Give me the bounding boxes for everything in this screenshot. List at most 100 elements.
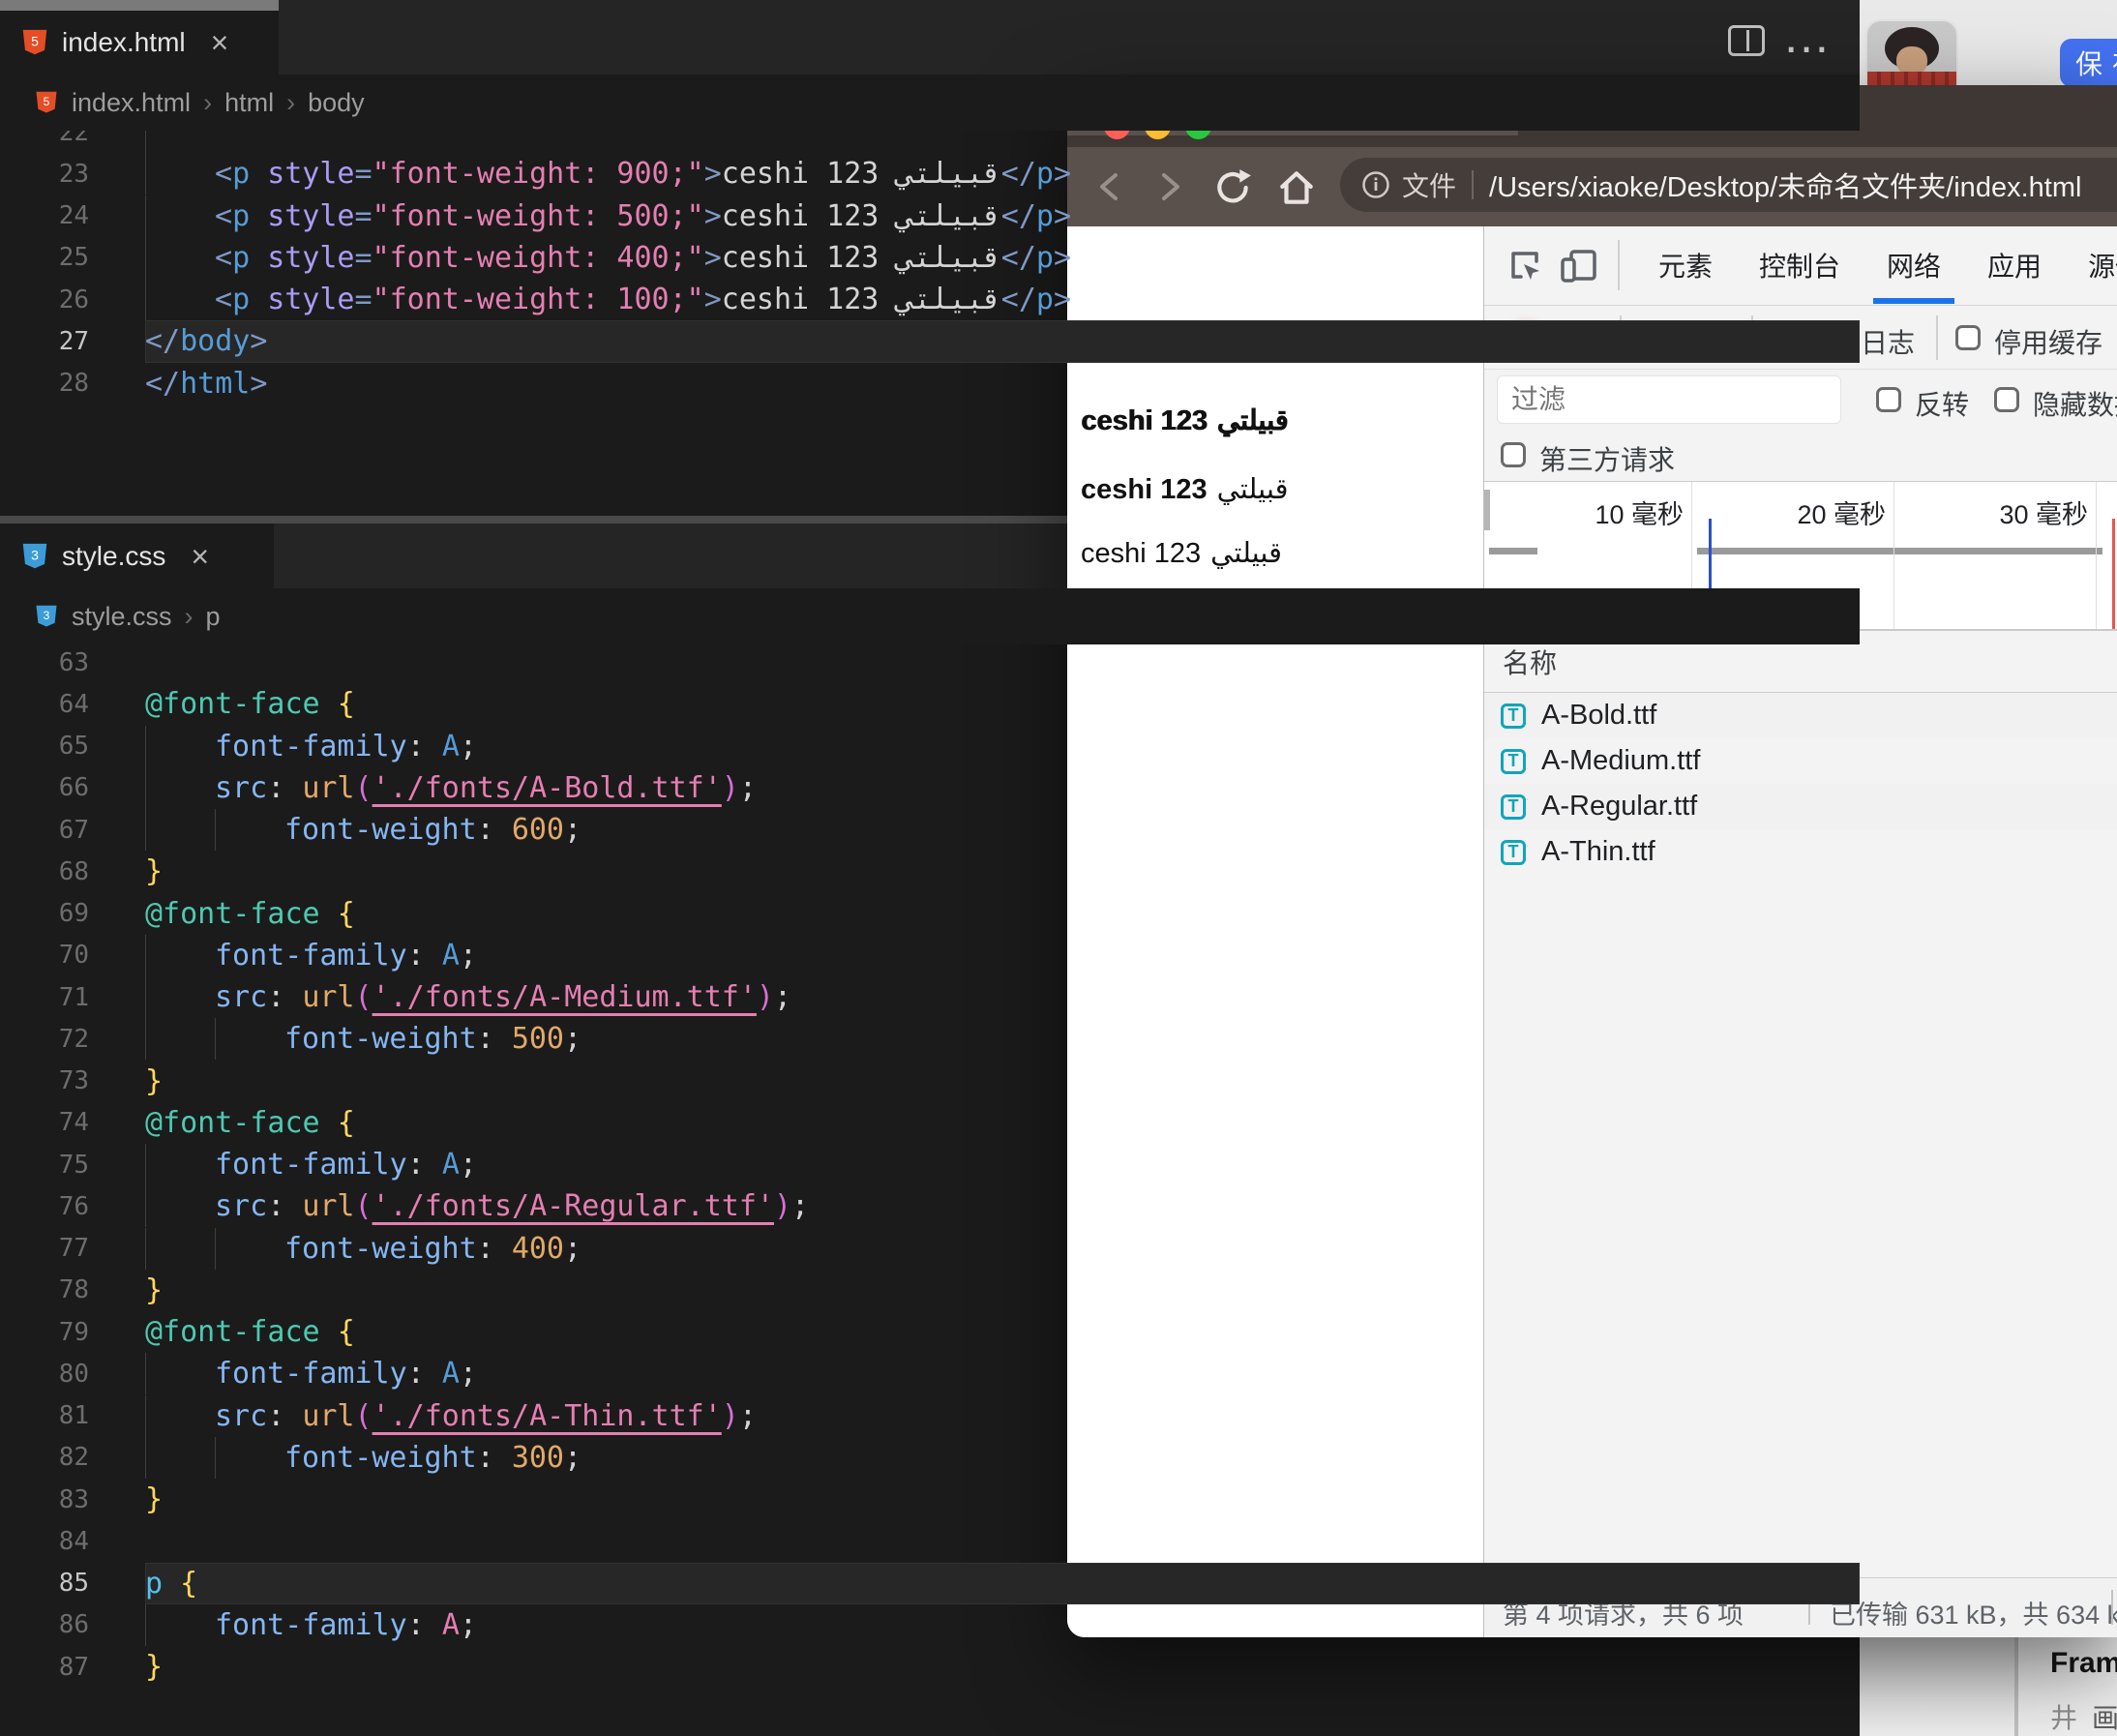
line-number: 68 [0,857,145,886]
code-line: 25<p style="font-weight: 400;">ceshi 123… [0,237,1860,279]
breadcrumb-item[interactable]: p [206,602,221,631]
line-number: 72 [0,1025,145,1054]
tab-style-css[interactable]: 3 style.css × [0,524,274,588]
code-line: 28</html> [0,363,1860,404]
invert-label: 反转 [1915,384,1969,423]
timeline-gridline [1893,482,1894,629]
third-party-label: 第三方请求 [1539,439,1675,478]
rendered-paragraph: ceshi 123قبيلتي [1081,536,1282,570]
line-number: 27 [0,327,145,356]
frame-grid-icon: 井 [2050,1697,2077,1736]
waterfall-bar [1489,548,1537,554]
frame-panel: Frame 井 画板 [2018,1637,2117,1736]
chevron-right-icon: › [286,88,295,117]
line-number: 73 [0,1066,145,1095]
line-number: 71 [0,983,145,1012]
line-number: 83 [0,1485,145,1514]
split-editor-icon[interactable] [1728,25,1765,56]
devtools-tab-[interactable]: 源代码 [2074,226,2117,304]
chevron-right-icon: › [203,88,212,117]
breadcrumb: 5 index.html›html›body [0,75,1860,131]
scrollbar-thumb[interactable] [1484,490,1490,530]
line-number: 24 [0,201,145,230]
line-number: 80 [0,1360,145,1389]
breadcrumb-item[interactable]: html [224,88,274,117]
code-line: 79@font-face { [0,1311,1860,1353]
save-button[interactable]: 保存 [2060,39,2117,87]
disable-cache-checkbox[interactable] [1955,325,1981,350]
invert-checkbox[interactable] [1876,387,1901,412]
hide-data-urls-checkbox[interactable] [1994,387,2019,412]
tab-index-html[interactable]: 5 index.html × [0,11,279,75]
html-file-icon: 5 [21,28,48,57]
code-line: 71src: url('./fonts/A-Medium.ttf'); [0,976,1860,1018]
line-number: 66 [0,773,145,802]
breadcrumb-item[interactable]: style.css [72,602,172,631]
editor-tabbar-top: 5 index.html × … [0,0,1860,75]
line-number: 67 [0,816,145,845]
close-icon[interactable]: × [191,541,209,572]
line-number: 75 [0,1151,145,1180]
close-icon[interactable]: × [211,27,229,58]
code-line: 78} [0,1270,1860,1311]
disable-cache-label: 停用缓存 [1994,322,2102,361]
code-line: 67font-weight: 600; [0,809,1860,851]
code-line: 84 [0,1520,1860,1562]
rendered-paragraph: ceshi 123قبيلتي [1081,404,1289,437]
line-number: 25 [0,243,145,272]
code-line: 85p { [0,1563,1860,1604]
tab-label: style.css [62,541,165,572]
active-tab-top-edge [0,0,279,11]
vscode-window: 5 index.html × … 5 index.html›html›body … [0,0,1860,1736]
line-number: 69 [0,899,145,928]
line-number: 86 [0,1610,145,1639]
css-file-icon: 3 [35,604,58,629]
code-line: 64@font-face { [0,683,1860,725]
code-line: 87} [0,1646,1860,1688]
code-line: 23<p style="font-weight: 900;">ceshi 123… [0,153,1860,195]
svg-text:5: 5 [31,34,39,49]
line-number: 82 [0,1443,145,1472]
hide-data-urls-label: 隐藏数据网址 [2033,384,2117,423]
code-line: 76src: url('./fonts/A-Regular.ttf'); [0,1185,1860,1227]
status-separator [2111,1590,2113,1625]
line-number: 65 [0,732,145,761]
more-actions-icon[interactable]: … [1782,8,1833,64]
code-line: 83} [0,1479,1860,1520]
line-number: 77 [0,1234,145,1263]
code-line: 69@font-face { [0,893,1860,935]
devtools-tab-[interactable]: 应用 [1974,226,2055,304]
line-number: 26 [0,285,145,314]
timeline-tick-label: 30 毫秒 [1904,494,2088,531]
line-number: 74 [0,1108,145,1137]
line-number: 28 [0,369,145,398]
line-number: 64 [0,690,145,719]
svg-text:3: 3 [44,609,50,622]
breadcrumb-item[interactable]: body [308,88,365,117]
timeline-gridline [2096,482,2097,629]
code-editor-css[interactable]: 6364@font-face {65font-family: A;66src: … [0,642,1860,1688]
editor-css: 3 style.css›p 6364@font-face {65font-fam… [0,588,1860,1736]
code-editor-html[interactable]: 2223<p style="font-weight: 900;">ceshi 1… [0,111,1860,404]
code-line: 26<p style="font-weight: 100;">ceshi 123… [0,279,1860,320]
code-line: 63 [0,642,1860,683]
code-line: 77font-weight: 400; [0,1228,1860,1270]
third-party-checkbox[interactable] [1501,442,1526,467]
breadcrumb: 3 style.css › p [0,588,1860,644]
chevron-right-icon: › [185,602,194,631]
code-line: 27</body> [0,320,1860,362]
save-button-label: 保存 [2075,44,2117,82]
timeline-tick-label: 10 毫秒 [1500,494,1684,531]
rendered-paragraph: ceshi 123قبيلتي [1081,472,1289,506]
code-line: 73} [0,1061,1860,1102]
breadcrumb-item[interactable]: index.html [72,88,191,117]
transferred-size: 已传输 631 kB，共 634 kB [1830,1594,2117,1631]
svg-text:3: 3 [31,547,39,562]
code-line: 72font-weight: 500; [0,1018,1860,1060]
timeline-tick-label: 20 毫秒 [1702,494,1886,531]
code-line: 70font-family: A; [0,935,1860,976]
devtools-tab-active[interactable]: 网络 [1873,226,1954,304]
line-number: 79 [0,1318,145,1347]
line-number: 78 [0,1275,145,1304]
third-party-row: 第三方请求 [1484,430,2117,482]
